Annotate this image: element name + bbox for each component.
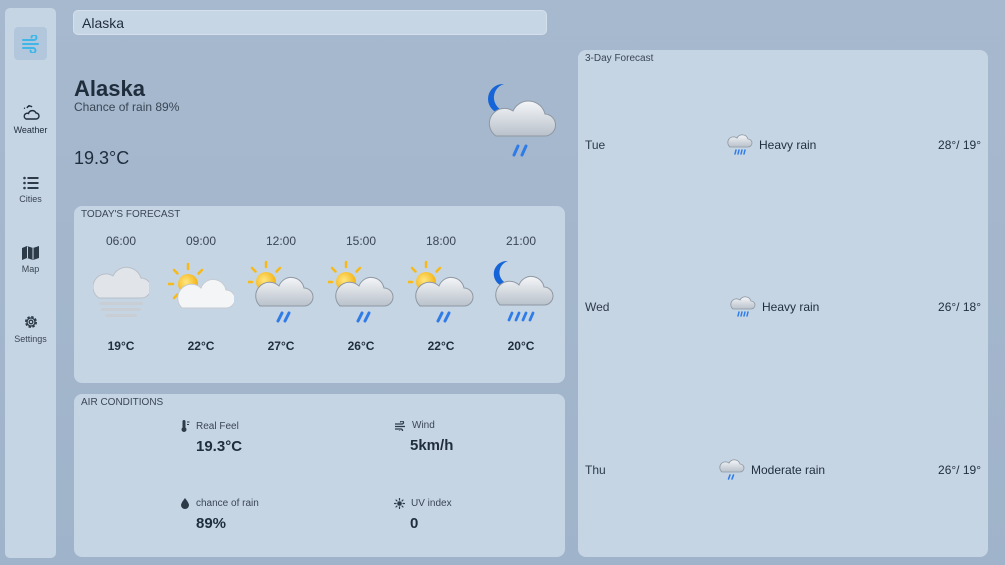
hour-time: 06:00 bbox=[105, 234, 137, 248]
sun-cloud-icon bbox=[168, 262, 234, 309]
forecast-day-low: / 19° bbox=[956, 463, 981, 477]
hourly-item: 21:00 20°C bbox=[481, 234, 561, 353]
forecast-day-row: Wed Heavy rain 26°/ 18° bbox=[585, 292, 981, 322]
sun-icon bbox=[394, 498, 405, 509]
sun-cloud-rain-icon bbox=[248, 260, 314, 323]
fog-icon bbox=[93, 266, 149, 317]
hour-time: 15:00 bbox=[345, 234, 377, 248]
hourly-item: 12:00 27°C bbox=[241, 234, 321, 353]
forecast-day-high: 28° bbox=[938, 138, 957, 152]
forecast-day-high: 26° bbox=[938, 300, 957, 314]
hour-temp: 22°C bbox=[187, 339, 215, 353]
wind-logo-icon bbox=[21, 34, 39, 53]
hourly-item: 06:00 19°C bbox=[81, 234, 161, 353]
forecast-day-desc: Moderate rain bbox=[751, 463, 826, 477]
forecast-day-desc: Heavy rain bbox=[762, 300, 820, 314]
hourly-item: 15:00 26°C bbox=[321, 234, 401, 353]
forecast-day-name: Thu bbox=[585, 463, 606, 477]
droplet-icon bbox=[181, 498, 189, 509]
hour-temp: 19°C bbox=[107, 339, 135, 353]
wind-value: 5km/h bbox=[410, 437, 454, 454]
hour-temp: 20°C bbox=[507, 339, 535, 353]
chance-of-rain-value: 89% bbox=[196, 515, 227, 532]
forecast-day-name: Wed bbox=[585, 300, 610, 314]
city-name: Alaska bbox=[74, 76, 145, 101]
hourly-item: 09:00 22°C bbox=[161, 234, 241, 353]
chance-of-rain: chance of rain 89% bbox=[180, 498, 259, 532]
map-icon bbox=[22, 246, 39, 260]
hour-temp: 22°C bbox=[427, 339, 455, 353]
cloud-heavy-rain-icon bbox=[727, 134, 753, 155]
moon-cloud-heavy-rain-icon bbox=[493, 260, 554, 322]
sidebar-item-label: Cities bbox=[19, 194, 42, 204]
card-title: TODAY'S FORECAST bbox=[81, 209, 181, 220]
card-title: AIR CONDITIONS bbox=[81, 397, 164, 408]
wind-icon bbox=[395, 420, 405, 431]
forecast-day-desc: Heavy rain bbox=[759, 138, 817, 152]
hour-temp: 26°C bbox=[347, 339, 375, 353]
hour-time: 09:00 bbox=[185, 234, 217, 248]
sidebar-item-label: Weather bbox=[13, 125, 48, 135]
chance-of-rain-label: chance of rain bbox=[196, 498, 259, 509]
list-icon bbox=[22, 176, 38, 190]
cloud-rain-icon bbox=[719, 459, 745, 480]
wind-label: Wind bbox=[412, 420, 435, 431]
thermometer-icon bbox=[181, 420, 190, 432]
sun-cloud-rain-icon bbox=[408, 260, 474, 323]
uv-index: UV index 0 bbox=[394, 498, 452, 532]
air-conditions-card: AIR CONDITIONS Real Feel 19.3°C Wind 5km… bbox=[74, 394, 565, 557]
sidebar-item-cities[interactable]: Cities bbox=[5, 176, 56, 204]
real-feel-value: 19.3°C bbox=[196, 438, 243, 455]
chance-of-rain-text: Chance of rain 89% bbox=[74, 100, 180, 114]
hour-time: 12:00 bbox=[265, 234, 297, 248]
hour-time: 21:00 bbox=[505, 234, 537, 248]
hour-temp: 27°C bbox=[267, 339, 295, 353]
forecast-day-low: / 18° bbox=[956, 300, 981, 314]
uv-index-label: UV index bbox=[411, 498, 452, 509]
todays-forecast-card: TODAY'S FORECAST 06:00 19°C 09:00 22°C 1… bbox=[74, 206, 565, 383]
forecast-day-row: Thu Moderate rain 26°/ 19° bbox=[585, 455, 981, 485]
sidebar-item-weather[interactable]: Weather bbox=[5, 105, 56, 135]
forecast-day-low: / 19° bbox=[956, 138, 981, 152]
uv-index-value: 0 bbox=[410, 515, 419, 532]
real-feel: Real Feel 19.3°C bbox=[180, 420, 242, 455]
hourly-item: 18:00 22°C bbox=[401, 234, 481, 353]
sidebar-item-label: Settings bbox=[14, 334, 47, 344]
real-feel-label: Real Feel bbox=[196, 420, 239, 432]
sidebar-item-map[interactable]: Map bbox=[5, 246, 56, 274]
forecast-day-name: Tue bbox=[585, 138, 606, 152]
sidebar: Weather Cities Map Settings bbox=[5, 8, 56, 558]
cloud-heavy-rain-icon bbox=[730, 296, 756, 317]
current-temperature: 19.3°C bbox=[74, 148, 130, 168]
sidebar-item-label: Map bbox=[21, 264, 40, 274]
forecast-day-row: Tue Heavy rain 28°/ 19° bbox=[585, 130, 981, 160]
hour-time: 18:00 bbox=[425, 234, 457, 248]
app-logo bbox=[14, 27, 47, 60]
sidebar-item-settings[interactable]: Settings bbox=[5, 314, 56, 344]
sun-cloud-rain-icon bbox=[328, 260, 394, 323]
moon-cloud-rain-icon bbox=[488, 83, 556, 157]
three-day-forecast-card: 3-Day Forecast Tue Heavy rain 28°/ 19° W… bbox=[578, 50, 988, 557]
weather-icon bbox=[23, 105, 40, 120]
card-title: 3-Day Forecast bbox=[585, 53, 654, 64]
forecast-day-high: 26° bbox=[938, 463, 957, 477]
wind: Wind 5km/h bbox=[394, 420, 453, 454]
gear-icon bbox=[24, 316, 37, 328]
search-input[interactable] bbox=[73, 10, 547, 35]
